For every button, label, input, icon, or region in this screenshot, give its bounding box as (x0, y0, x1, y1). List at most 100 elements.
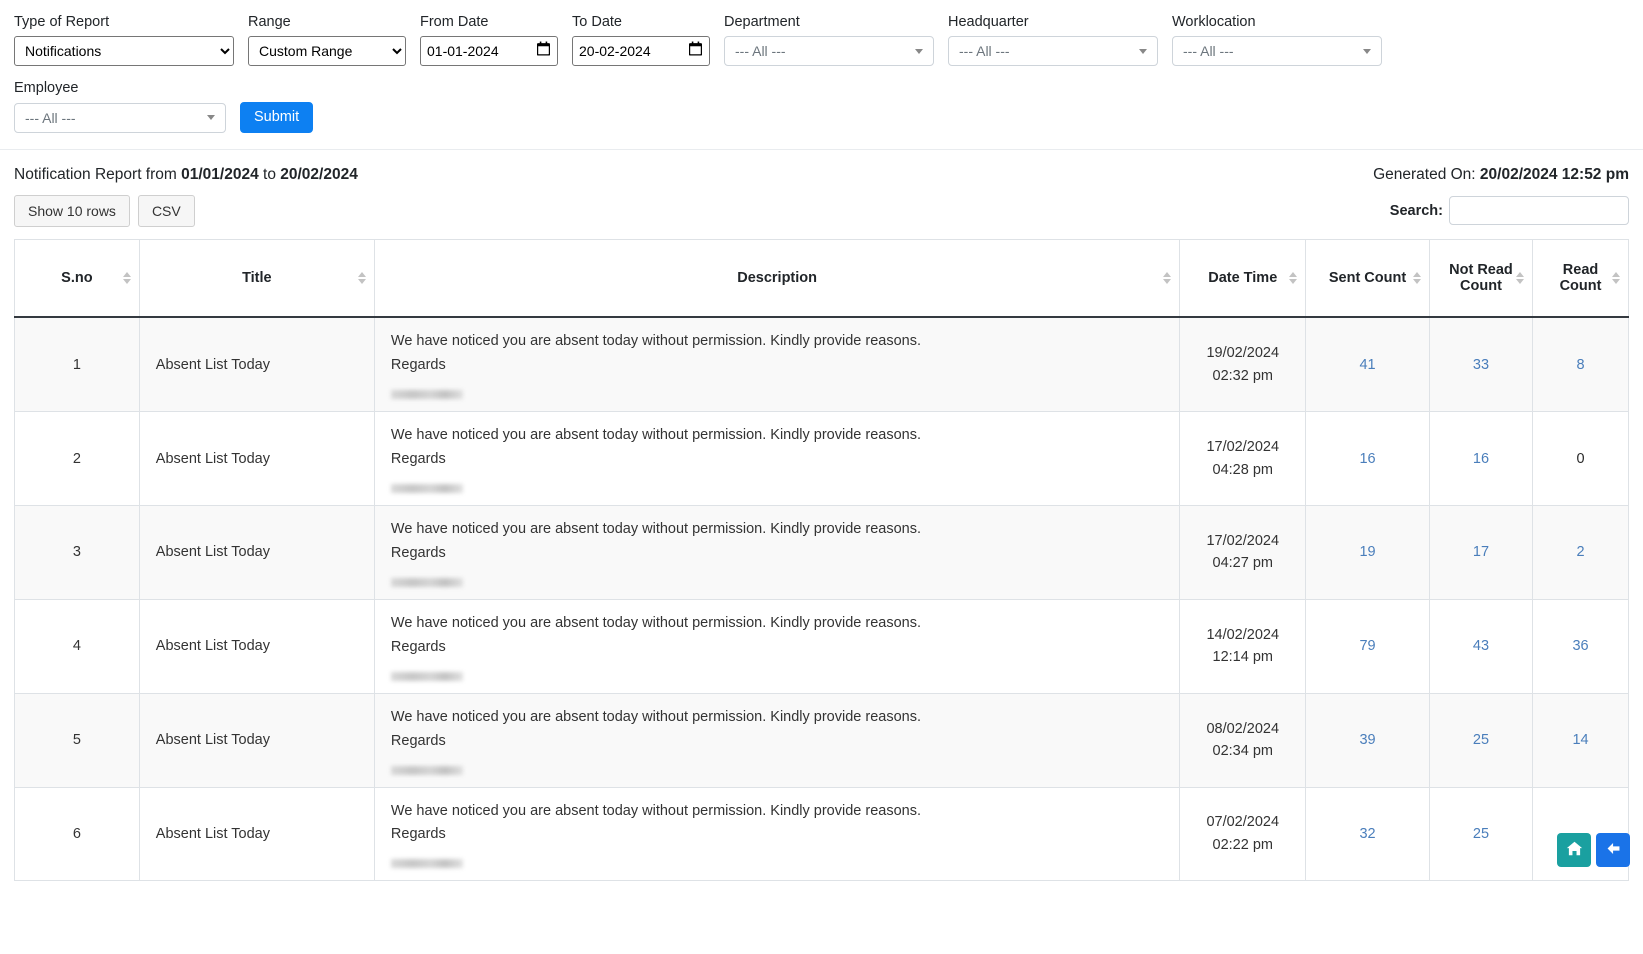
redacted-signature (391, 390, 463, 399)
cell-sent-count-link[interactable]: 19 (1359, 544, 1375, 560)
department-select[interactable]: --- All --- (724, 36, 934, 66)
cell-read-count-link[interactable]: 2 (1576, 544, 1584, 560)
description-line-1: We have noticed you are absent today wit… (391, 612, 1163, 636)
field-range: Range Custom Range (248, 14, 406, 66)
report-page: Type of Report Notifications Range Custo… (0, 0, 1643, 954)
cell-read-count: 2 (1533, 505, 1629, 599)
report-title: Notification Report from 01/01/2024 to 2… (14, 166, 358, 184)
report-title-mid: to (259, 166, 281, 183)
cell-not-read-count: 33 (1429, 317, 1532, 411)
notification-report-table: S.no Title Description Date Time (14, 239, 1629, 882)
range-select[interactable]: Custom Range (248, 36, 406, 66)
column-header-not-read-count[interactable]: Not Read Count (1429, 239, 1532, 317)
show-rows-button[interactable]: Show 10 rows (14, 195, 130, 227)
column-header-description[interactable]: Description (374, 239, 1179, 317)
table-row: 3Absent List Today We have noticed you ar… (15, 505, 1629, 599)
column-header-read-count[interactable]: Read Count (1533, 239, 1629, 317)
home-button[interactable] (1557, 833, 1591, 867)
cell-sent-count: 16 (1306, 412, 1430, 506)
cell-read-count-value: 0 (1576, 451, 1584, 467)
cell-date-time: 17/02/202404:28 pm (1180, 412, 1306, 506)
search-area: Search: (1390, 196, 1629, 225)
cell-description: We have noticed you are absent today wit… (374, 693, 1179, 787)
cell-read-count-link[interactable]: 8 (1576, 357, 1584, 373)
cell-not-read-count-link[interactable]: 17 (1473, 544, 1489, 560)
cell-read-count-link[interactable]: 14 (1572, 732, 1588, 748)
submit-button[interactable]: Submit (240, 102, 313, 133)
cell-not-read-count-link[interactable]: 43 (1473, 638, 1489, 654)
label-department: Department (724, 14, 934, 31)
cell-sent-count-link[interactable]: 32 (1359, 826, 1375, 842)
type-of-report-select[interactable]: Notifications (14, 36, 234, 66)
time-value: 02:32 pm (1196, 365, 1289, 387)
cell-read-count-link[interactable]: 36 (1572, 638, 1588, 654)
column-header-title[interactable]: Title (139, 239, 374, 317)
cell-not-read-count-link[interactable]: 25 (1473, 826, 1489, 842)
label-worklocation: Worklocation (1172, 14, 1382, 31)
cell-description: We have noticed you are absent today wit… (374, 317, 1179, 411)
cell-read-count: 36 (1533, 599, 1629, 693)
back-button[interactable] (1596, 833, 1630, 867)
cell-not-read-count-link[interactable]: 33 (1473, 357, 1489, 373)
table-toolbar: Show 10 rows CSV Search: (14, 195, 1629, 227)
redacted-signature (391, 859, 463, 868)
description-line-2: Regards (391, 542, 1163, 566)
employee-value: --- All --- (25, 110, 76, 126)
column-label: Read Count (1551, 262, 1610, 294)
column-header-sent-count[interactable]: Sent Count (1306, 239, 1430, 317)
field-department: Department --- All --- (724, 14, 934, 66)
cell-title: Absent List Today (139, 787, 374, 881)
cell-not-read-count-link[interactable]: 25 (1473, 732, 1489, 748)
description-line-1: We have noticed you are absent today wit… (391, 800, 1163, 824)
cell-not-read-count-link[interactable]: 16 (1473, 451, 1489, 467)
table-row: 1Absent List TodayWe have noticed you ar… (15, 317, 1629, 411)
csv-export-button[interactable]: CSV (138, 195, 195, 227)
column-header-date-time[interactable]: Date Time (1180, 239, 1306, 317)
search-input[interactable] (1449, 196, 1629, 225)
table-row: 2Absent List TodayWe have noticed you ar… (15, 412, 1629, 506)
sort-icon (1289, 272, 1297, 284)
headquarter-select[interactable]: --- All --- (948, 36, 1158, 66)
to-date-input[interactable] (572, 36, 710, 66)
cell-sno: 4 (15, 599, 140, 693)
search-label: Search: (1390, 203, 1443, 219)
from-date-input[interactable] (420, 36, 558, 66)
worklocation-select[interactable]: --- All --- (1172, 36, 1382, 66)
cell-title: Absent List Today (139, 505, 374, 599)
date-value: 17/02/2024 (1196, 436, 1289, 458)
description-line-1: We have noticed you are absent today wit… (391, 330, 1163, 354)
column-header-sno[interactable]: S.no (15, 239, 140, 317)
field-employee: Employee --- All --- (14, 80, 226, 132)
chevron-down-icon (1139, 49, 1147, 54)
sort-icon (1612, 272, 1620, 284)
generated-on-label: Generated On: (1373, 166, 1480, 183)
table-buttons: Show 10 rows CSV (14, 195, 195, 227)
description-line-2: Regards (391, 354, 1163, 378)
field-to-date: To Date (572, 14, 710, 66)
label-employee: Employee (14, 80, 226, 97)
chevron-down-icon (207, 115, 215, 120)
field-from-date: From Date (420, 14, 558, 66)
cell-not-read-count: 16 (1429, 412, 1532, 506)
description-line-1: We have noticed you are absent today wit… (391, 518, 1163, 542)
label-to-date: To Date (572, 14, 710, 31)
description-line-2: Regards (391, 823, 1163, 847)
home-icon (1566, 840, 1583, 860)
cell-sent-count-link[interactable]: 39 (1359, 732, 1375, 748)
cell-sent-count-link[interactable]: 79 (1359, 638, 1375, 654)
report-from-date: 01/01/2024 (181, 166, 259, 183)
cell-date-time: 07/02/202402:22 pm (1180, 787, 1306, 881)
field-type-of-report: Type of Report Notifications (14, 14, 234, 66)
column-label: Date Time (1208, 270, 1277, 286)
cell-sent-count-link[interactable]: 16 (1359, 451, 1375, 467)
cell-sno: 3 (15, 505, 140, 599)
cell-sent-count: 39 (1306, 693, 1430, 787)
date-value: 07/02/2024 (1196, 811, 1289, 833)
cell-sent-count-link[interactable]: 41 (1359, 357, 1375, 373)
redacted-signature (391, 672, 463, 681)
employee-select[interactable]: --- All --- (14, 103, 226, 133)
cell-not-read-count: 17 (1429, 505, 1532, 599)
sort-icon (1163, 272, 1171, 284)
label-headquarter: Headquarter (948, 14, 1158, 31)
column-label: Description (737, 270, 817, 286)
